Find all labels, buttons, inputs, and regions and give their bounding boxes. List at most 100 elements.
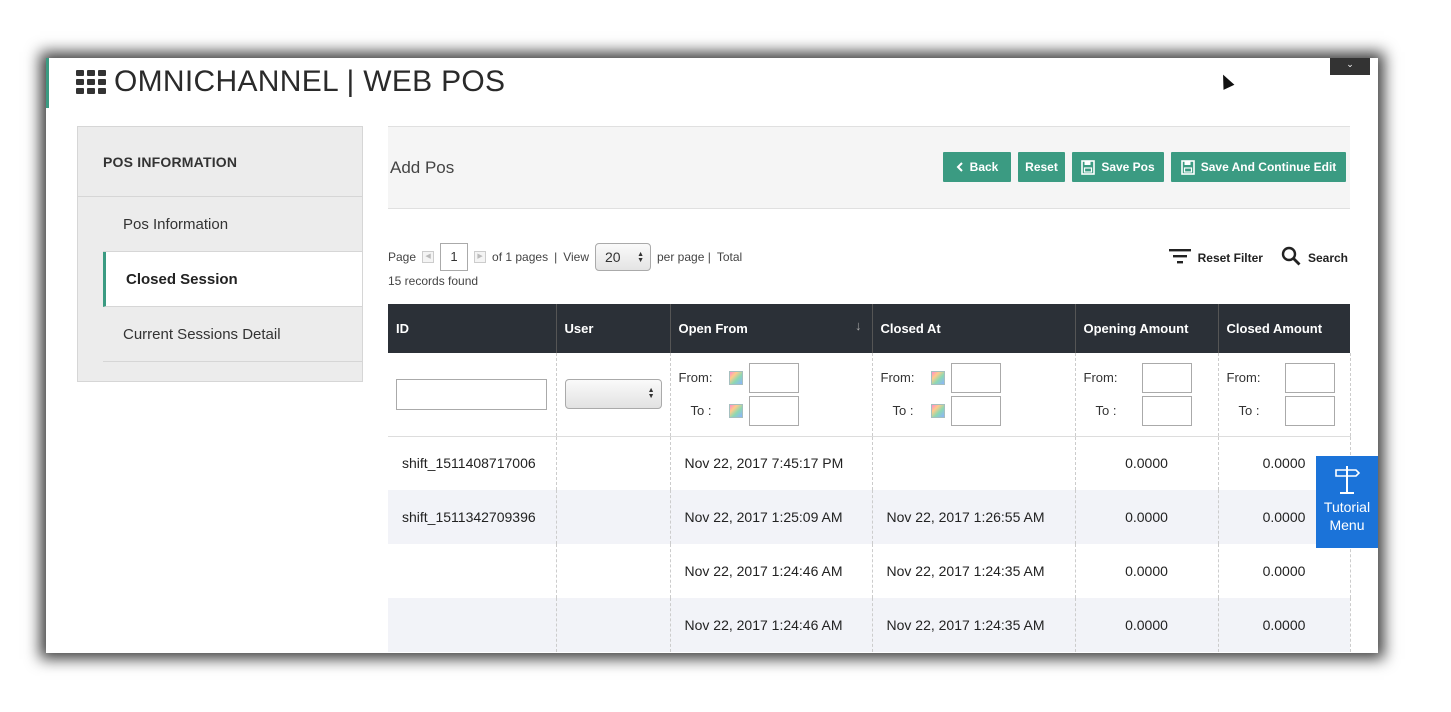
opening-amount-from-input[interactable] bbox=[1141, 362, 1192, 393]
cell-id bbox=[388, 544, 557, 598]
of-pages-text: of 1 pages bbox=[492, 249, 549, 264]
table-row[interactable]: shift_1511342709396 Nov 22, 2017 1:25:09… bbox=[388, 490, 1351, 544]
app-window: OMNICHANNEL | WEB POS ⌄ POS INFORMATION … bbox=[46, 58, 1378, 653]
cell-closed-amount: 0.0000 bbox=[1218, 544, 1351, 598]
from-label: From: bbox=[1083, 370, 1118, 386]
opening-amount-range-filter: From: To : bbox=[1083, 362, 1218, 426]
sidebar-item-pos-information[interactable]: Pos Information bbox=[103, 197, 362, 252]
table-row[interactable]: shift_1511408717006 Nov 22, 2017 7:45:17… bbox=[388, 436, 1351, 490]
filter-tools: Reset Filter Search bbox=[1168, 246, 1348, 269]
cell-user bbox=[556, 436, 671, 490]
calendar-icon[interactable] bbox=[930, 370, 945, 385]
back-label: Back bbox=[969, 160, 999, 174]
filter-row: ▲ ▼ From: To : From: To: From: To: Fro… bbox=[388, 353, 1351, 437]
cell-user bbox=[556, 490, 671, 544]
closed-at-end-input[interactable] bbox=[950, 395, 1001, 426]
sort-arrow-icon: ↓ bbox=[855, 318, 862, 333]
table-row[interactable]: Nov 22, 2017 1:24:46 AM Nov 22, 2017 1:2… bbox=[388, 598, 1351, 652]
reset-button[interactable]: Reset bbox=[1018, 152, 1065, 182]
cell-open-from: Nov 22, 2017 1:24:46 AM bbox=[670, 598, 873, 652]
cell-opening-amount: 0.0000 bbox=[1075, 436, 1219, 490]
view-select[interactable]: 20 ▲ ▼ bbox=[595, 243, 651, 271]
column-header-user[interactable]: User bbox=[556, 304, 671, 353]
closed-at-range-filter: From: To : bbox=[880, 362, 1075, 426]
column-header-id[interactable]: ID bbox=[388, 304, 557, 353]
closed-amount-range-filter: From: To : bbox=[1226, 362, 1350, 426]
closed-at-start-input[interactable] bbox=[950, 362, 1001, 393]
save-continue-button[interactable]: Save And Continue Edit bbox=[1171, 152, 1346, 182]
cell-opening-amount: 0.0000 bbox=[1075, 490, 1219, 544]
opening-amount-to-input[interactable] bbox=[1141, 395, 1192, 426]
per-page-text: per page | bbox=[657, 249, 711, 264]
pager-separator: | bbox=[554, 249, 558, 264]
page-input[interactable]: 1 bbox=[440, 243, 469, 271]
table-row[interactable]: Nov 22, 2017 1:24:46 AM Nov 22, 2017 1:2… bbox=[388, 544, 1351, 598]
sidebar: POS INFORMATION Pos Information Closed S… bbox=[77, 126, 363, 382]
open-from-range-filter: From: To : bbox=[678, 362, 872, 426]
closed-amount-from-input[interactable] bbox=[1284, 362, 1335, 393]
reset-filter-button[interactable]: Reset Filter bbox=[1168, 248, 1263, 267]
cell-user bbox=[556, 598, 671, 652]
to-label: To : bbox=[1095, 403, 1117, 419]
from-label: From: bbox=[678, 370, 713, 386]
user-filter-select[interactable]: ▲ ▼ bbox=[564, 379, 662, 410]
view-label: View bbox=[563, 249, 589, 264]
open-from-label: Open From bbox=[678, 321, 748, 336]
chevron-left-icon bbox=[956, 162, 964, 172]
open-from-start-input[interactable] bbox=[748, 362, 799, 393]
reset-filter-label: Reset Filter bbox=[1197, 250, 1263, 265]
grid-menu-icon[interactable] bbox=[76, 70, 106, 94]
pager: Page ◀ 1 ▶ of 1 pages | View 20 ▲ ▼ per p… bbox=[388, 242, 808, 288]
total-label: Total bbox=[716, 249, 743, 264]
calendar-icon[interactable] bbox=[728, 403, 743, 418]
open-from-end-input[interactable] bbox=[748, 395, 799, 426]
column-header-opening-amount[interactable]: Opening Amount bbox=[1075, 304, 1219, 353]
closed-amount-to-input[interactable] bbox=[1284, 395, 1335, 426]
save-pos-label: Save Pos bbox=[1101, 160, 1155, 174]
updown-arrow-icon: ▲ ▼ bbox=[647, 387, 655, 401]
prev-page-button[interactable]: ◀ bbox=[422, 251, 435, 263]
cell-open-from: Nov 22, 2017 7:45:17 PM bbox=[670, 436, 873, 490]
to-label: To : bbox=[1238, 403, 1260, 419]
sidebar-item-current-sessions-detail[interactable]: Current Sessions Detail bbox=[103, 307, 362, 362]
id-filter-input[interactable] bbox=[396, 378, 547, 410]
mouse-cursor-icon bbox=[1217, 72, 1235, 90]
cell-closed-at: Nov 22, 2017 1:24:35 AM bbox=[872, 598, 1076, 652]
signpost-icon bbox=[1316, 464, 1378, 494]
to-label: To : bbox=[892, 403, 914, 419]
sidebar-item-closed-session[interactable]: Closed Session bbox=[103, 252, 362, 307]
app-header: OMNICHANNEL | WEB POS bbox=[76, 64, 505, 100]
column-header-closed-at[interactable]: Closed At bbox=[872, 304, 1076, 353]
save-icon bbox=[1081, 159, 1096, 175]
to-label: To : bbox=[690, 403, 712, 419]
column-header-open-from[interactable]: Open From ↓ bbox=[670, 304, 873, 353]
app-title: OMNICHANNEL | WEB POS bbox=[114, 65, 506, 98]
accent-edge bbox=[46, 58, 49, 108]
from-label: From: bbox=[1226, 370, 1261, 386]
next-page-button[interactable]: ▶ bbox=[474, 251, 487, 263]
sidebar-heading: POS INFORMATION bbox=[78, 127, 362, 197]
page-label: Page bbox=[388, 249, 417, 264]
cell-open-from: Nov 22, 2017 1:24:46 AM bbox=[670, 544, 873, 598]
search-label: Search bbox=[1307, 250, 1348, 265]
cell-closed-at bbox=[872, 436, 1076, 490]
column-header-closed-amount[interactable]: Closed Amount bbox=[1218, 304, 1350, 353]
cell-user bbox=[556, 544, 671, 598]
table-header-row: ID User Open From ↓ Closed At Opening Amo… bbox=[388, 304, 1350, 353]
save-pos-button[interactable]: Save Pos bbox=[1072, 152, 1164, 182]
cell-opening-amount: 0.0000 bbox=[1075, 544, 1219, 598]
collapse-toggle[interactable]: ⌄ bbox=[1330, 58, 1370, 75]
filter-icon bbox=[1168, 248, 1191, 267]
view-select-value: 20 bbox=[605, 248, 621, 265]
from-label: From: bbox=[880, 370, 915, 386]
chevron-down-icon: ⌄ bbox=[1346, 59, 1354, 69]
calendar-icon[interactable] bbox=[930, 403, 945, 418]
cell-open-from: Nov 22, 2017 1:25:09 AM bbox=[670, 490, 873, 544]
save-continue-label: Save And Continue Edit bbox=[1200, 160, 1337, 174]
sessions-table: ID User Open From ↓ Closed At Opening Amo… bbox=[388, 304, 1351, 652]
tutorial-menu-button[interactable]: Tutorial Menu bbox=[1316, 456, 1378, 548]
calendar-icon[interactable] bbox=[728, 370, 743, 385]
search-button[interactable]: Search bbox=[1281, 246, 1348, 269]
cell-opening-amount: 0.0000 bbox=[1075, 598, 1219, 652]
back-button[interactable]: Back bbox=[943, 152, 1011, 182]
